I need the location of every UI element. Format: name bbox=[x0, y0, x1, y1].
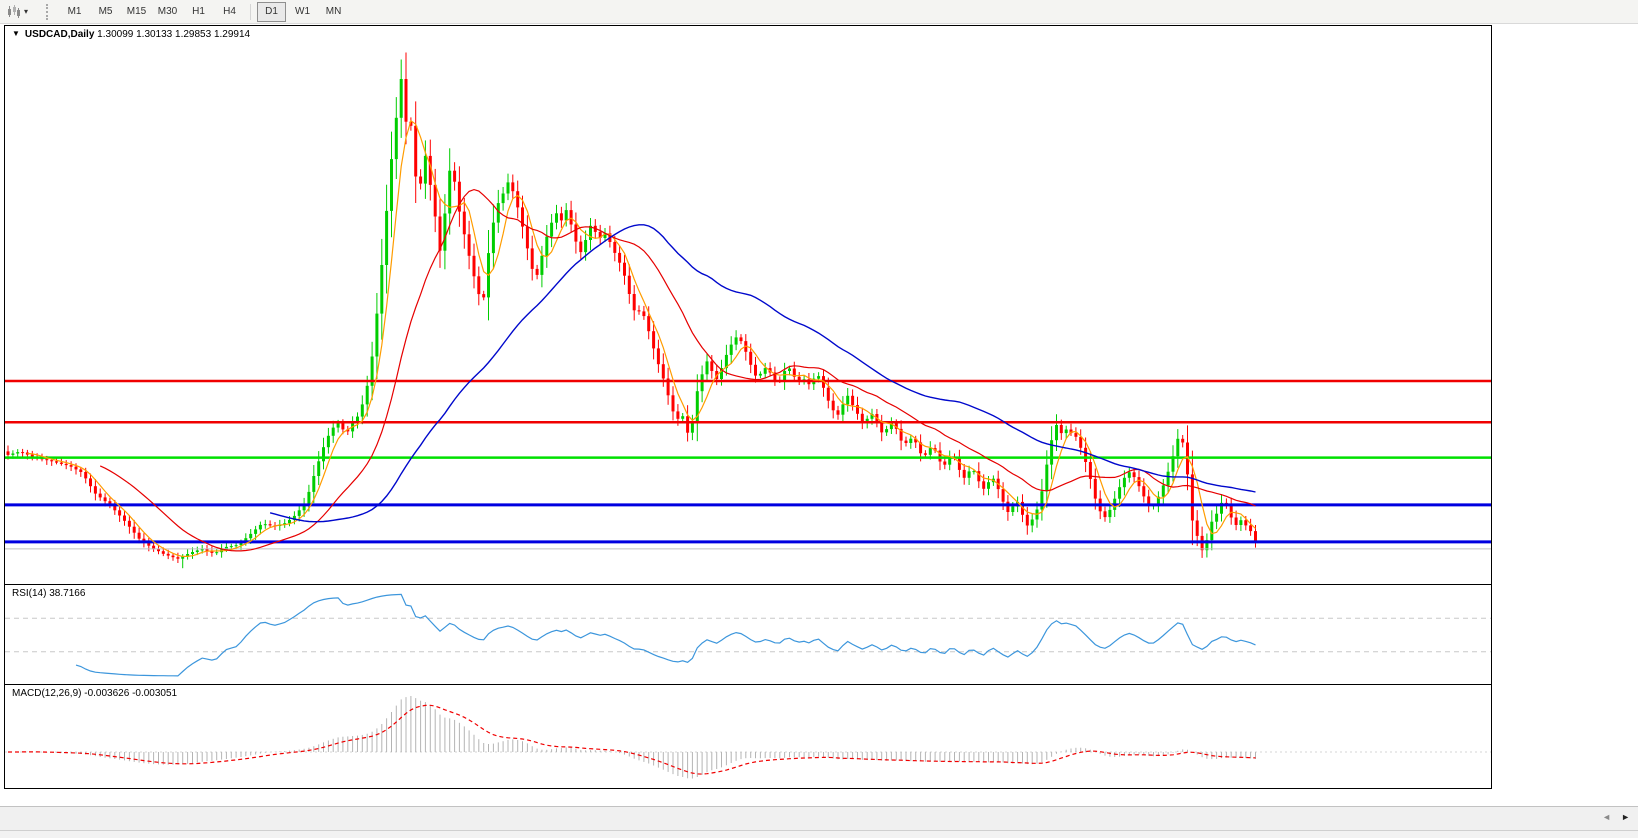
toolbar-grip[interactable] bbox=[46, 3, 51, 20]
chart-mode-dropdown[interactable]: ▾ bbox=[0, 0, 34, 23]
timeframe-button-m15[interactable]: M15 bbox=[122, 2, 151, 22]
timeframe-button-m30[interactable]: M30 bbox=[153, 2, 182, 22]
rsi-chart-canvas[interactable] bbox=[5, 585, 1491, 683]
time-axis[interactable] bbox=[0, 789, 1638, 805]
tab-scroll-right-icon[interactable]: ► bbox=[1621, 812, 1630, 822]
price-axis[interactable] bbox=[1493, 25, 1638, 789]
tab-scroll-left-icon[interactable]: ◄ bbox=[1602, 812, 1611, 822]
tab-scroll-arrows: ◄ ► bbox=[1596, 810, 1636, 824]
timeframe-button-w1[interactable]: W1 bbox=[288, 2, 317, 22]
symbol-tab-bar bbox=[0, 806, 1638, 831]
chart-symbol-label: USDCAD,Daily bbox=[24, 29, 95, 40]
timeframe-button-d1[interactable]: D1 bbox=[257, 1, 287, 22]
timeframe-button-m1[interactable]: M1 bbox=[60, 2, 89, 22]
timeframe-button-h4[interactable]: H4 bbox=[215, 2, 244, 22]
macd-chart-canvas[interactable] bbox=[5, 685, 1491, 787]
price-chart-canvas[interactable] bbox=[5, 26, 1491, 583]
timeframe-button-h1[interactable]: H1 bbox=[184, 2, 213, 22]
timeframe-buttons: M1 M5 M15 M30 H1 H4 D1 W1 MN bbox=[59, 1, 349, 22]
chevron-down-icon: ▾ bbox=[24, 7, 29, 16]
chart-title: ▼ USDCAD,Daily 1.30099 1.30133 1.29853 1.… bbox=[12, 29, 250, 40]
toolbar: ▾ M1 M5 M15 M30 H1 H4 D1 W1 MN bbox=[0, 0, 1638, 24]
macd-title: MACD(12,26,9) -0.003626 -0.003051 bbox=[12, 688, 178, 699]
chart-menu-icon[interactable]: ▼ bbox=[12, 29, 20, 38]
timeframe-button-mn[interactable]: MN bbox=[319, 2, 348, 22]
rsi-title: RSI(14) 38.7166 bbox=[12, 588, 86, 599]
chart-ohlc-values: 1.30099 1.30133 1.29853 1.29914 bbox=[97, 29, 251, 40]
toolbar-separator bbox=[250, 3, 252, 20]
timeframe-button-m5[interactable]: M5 bbox=[91, 2, 120, 22]
candlestick-chart-icon bbox=[8, 5, 20, 18]
